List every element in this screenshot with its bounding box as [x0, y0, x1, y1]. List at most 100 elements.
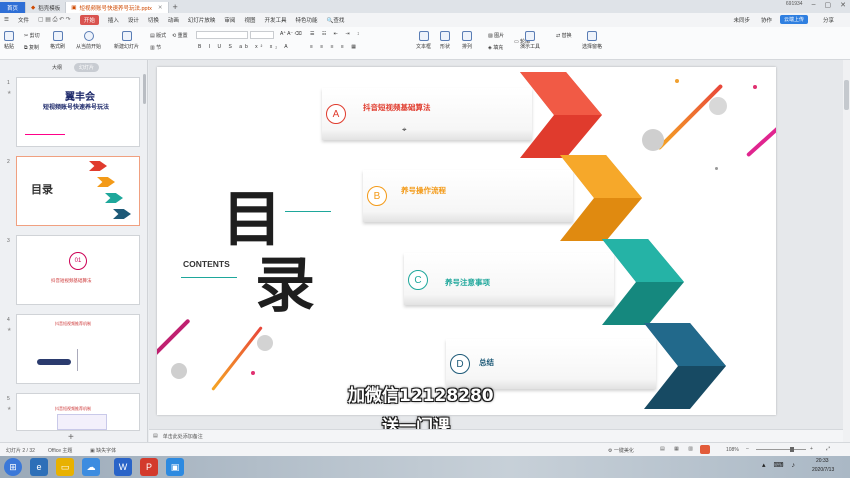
- mouse-cursor-icon: ⌖: [402, 125, 407, 134]
- reset-button[interactable]: ⟲ 重置: [172, 32, 188, 39]
- textbox-button[interactable]: 文本框: [416, 31, 431, 50]
- close-tab-icon[interactable]: ✕: [158, 5, 163, 11]
- tray-icons[interactable]: ▴ ⌨ ♪: [762, 461, 798, 469]
- wps-cloud-icon[interactable]: ☁: [82, 458, 100, 476]
- align-icons[interactable]: ≡ ≡ ≡ ≡ ▦: [310, 44, 359, 50]
- paste-button[interactable]: 粘贴: [4, 31, 14, 50]
- shape-button[interactable]: 形状: [440, 31, 450, 50]
- textbox-label: 文本框: [416, 44, 432, 50]
- wps-writer-icon[interactable]: W: [114, 458, 132, 476]
- hamburger-icon[interactable]: ☰: [4, 17, 9, 23]
- menu-animation[interactable]: 动画: [168, 16, 179, 24]
- ie-icon[interactable]: e: [30, 458, 48, 476]
- new-tab-icon[interactable]: +: [173, 2, 178, 12]
- play-slideshow-icon[interactable]: [700, 445, 710, 454]
- start-menu-icon[interactable]: ⊞: [4, 458, 22, 476]
- menu-file[interactable]: 文件: [18, 16, 29, 24]
- theme-name: Office 主题: [48, 448, 73, 454]
- presenter-tools-button[interactable]: 演示工具: [520, 31, 540, 50]
- item-bar-a[interactable]: [322, 88, 532, 140]
- slide-thumbnail-5[interactable]: 抖音短视频推荐机制: [16, 393, 140, 431]
- title-char-2: 录: [255, 251, 315, 321]
- deco-stripe-magenta: [157, 318, 191, 360]
- zoom-level: 108%: [726, 447, 739, 453]
- user-id: 691934: [785, 1, 803, 7]
- copy-button[interactable]: ⧉ 复制: [24, 44, 39, 51]
- zoom-out-icon[interactable]: –: [746, 446, 749, 452]
- slide-thumbnail-3[interactable]: 01 抖音短视频基础算法: [16, 235, 140, 305]
- zoom-slider[interactable]: [756, 449, 806, 450]
- menu-start[interactable]: 开始: [79, 15, 99, 25]
- menu-design[interactable]: 设计: [128, 16, 139, 24]
- arrange-button[interactable]: 排列: [462, 31, 472, 50]
- slide-thumbnail-2[interactable]: 目录: [16, 156, 140, 226]
- folder-icon[interactable]: ▭: [56, 458, 74, 476]
- tab-template[interactable]: ◆ 稻壳模板: [26, 2, 67, 13]
- chevron-arrow-a: [520, 72, 602, 158]
- upload-button[interactable]: 云端上传: [779, 15, 808, 24]
- menu-features[interactable]: 特色功能: [295, 16, 317, 24]
- new-slide-label: 新建幻灯片: [114, 44, 140, 50]
- menu-review[interactable]: 审阅: [224, 16, 235, 24]
- text-format-icons[interactable]: B I U S ab x² x₂ A: [198, 44, 291, 50]
- maximize-icon[interactable]: ▢: [825, 1, 832, 9]
- sync-status[interactable]: 未同步: [733, 16, 750, 24]
- close-window-icon[interactable]: ✕: [840, 1, 846, 9]
- zoom-slider-thumb[interactable]: [790, 447, 794, 452]
- wps-presentation-icon[interactable]: P: [140, 458, 158, 476]
- menu-search[interactable]: 🔍查找: [326, 16, 344, 24]
- menu-transition[interactable]: 切换: [148, 16, 159, 24]
- beautify-button[interactable]: ⚙ 一键美化: [608, 447, 634, 454]
- media-icon[interactable]: ▣: [166, 458, 184, 476]
- format-painter-button[interactable]: 格式刷: [50, 31, 65, 50]
- collab-button[interactable]: 协作: [761, 16, 772, 24]
- font-grow-icon[interactable]: A⁺ A⁻ ⌫: [280, 31, 302, 37]
- tab-document[interactable]: ▣ 短视频账号快速养号玩法.pptx ✕: [66, 2, 169, 13]
- item-a-label: 抖音短视频基础算法: [363, 103, 431, 112]
- fit-window-icon[interactable]: ⤢: [826, 446, 830, 452]
- ribbon-toolbar: 粘贴 ✂ 剪切 ⧉ 复制 格式刷 从当前开始 新建幻灯片 ▤ 版式 ▥ 节 ⟲ …: [0, 27, 850, 60]
- selection-pane-button[interactable]: 选择窗格: [582, 31, 602, 50]
- deco-dot: [715, 167, 718, 170]
- new-slide-button[interactable]: 新建幻灯片: [114, 31, 139, 50]
- zoom-in-icon[interactable]: +: [810, 446, 813, 452]
- item-d-circle: D: [450, 354, 470, 374]
- item-bar-c[interactable]: [404, 253, 614, 305]
- share-button[interactable]: 分享: [823, 16, 834, 24]
- minimize-icon[interactable]: –: [812, 1, 816, 9]
- notes-bar[interactable]: ▤ 单击此处添加备注: [149, 429, 843, 442]
- fill-button[interactable]: ◈ 填充: [488, 44, 503, 51]
- cut-button[interactable]: ✂ 剪切: [24, 32, 40, 39]
- thumb-title: 翼丰会: [65, 92, 95, 103]
- thumb-shape: [37, 359, 71, 365]
- panel-scrollbar[interactable]: [143, 74, 146, 104]
- scroll-thumb[interactable]: [844, 80, 849, 110]
- slide-thumbnail-1[interactable]: 翼丰会 短视频账号快速养号玩法: [16, 77, 140, 147]
- missing-font-button[interactable]: ▣ 缺失字体: [90, 447, 116, 454]
- tab-slides[interactable]: 幻灯片: [74, 63, 100, 72]
- slide[interactable]: 目 录 CONTENTS A 抖音短视频基础算法 ⌖ B 养号操作流程 C 养号…: [157, 67, 776, 415]
- replace-button[interactable]: ⇄ 替换: [556, 32, 572, 39]
- quick-access-icons[interactable]: ▢ ▤ ⎙ ↶ ↷: [38, 16, 71, 24]
- menu-developer[interactable]: 开发工具: [264, 16, 286, 24]
- menu-slideshow[interactable]: 幻灯片放映: [188, 16, 216, 24]
- chevron-arrow-b: [560, 155, 642, 241]
- menu-insert[interactable]: 插入: [108, 16, 119, 24]
- font-name-select[interactable]: [196, 31, 248, 39]
- item-bar-b[interactable]: [363, 170, 573, 222]
- picture-button[interactable]: ▨ 图片: [488, 32, 504, 39]
- tab-template-label: 稻壳模板: [38, 5, 61, 12]
- slide-thumbnail-4[interactable]: 抖音短视频推荐机制: [16, 314, 140, 384]
- thumb-arrow-d: [113, 209, 131, 219]
- tab-outline[interactable]: 大纲: [52, 64, 62, 71]
- thumb-subtitle: 短视频账号快速养号玩法: [43, 105, 110, 111]
- list-icons[interactable]: ☰ ☷ ⇤ ⇥ ↕: [310, 31, 362, 37]
- deco-stripe-orange-2: [211, 326, 263, 391]
- play-from-current-button[interactable]: 从当前开始: [76, 31, 101, 50]
- font-size-select[interactable]: [250, 31, 274, 39]
- section-button[interactable]: ▥ 节: [150, 44, 161, 51]
- right-scrollbar[interactable]: [843, 60, 850, 442]
- menu-view[interactable]: 视图: [244, 16, 255, 24]
- layout-button[interactable]: ▤ 版式: [150, 32, 166, 39]
- tab-home[interactable]: 首页: [0, 2, 26, 13]
